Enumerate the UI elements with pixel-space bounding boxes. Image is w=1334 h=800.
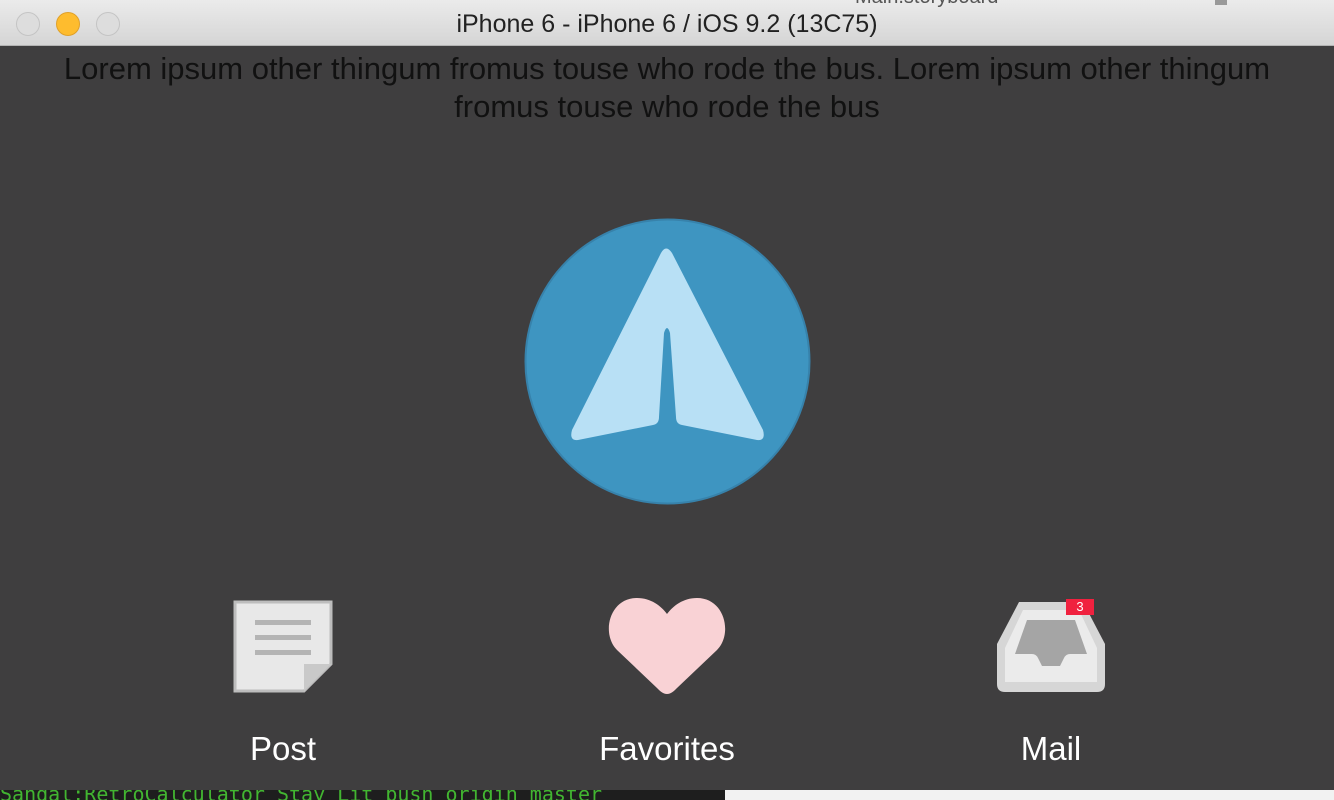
background-terminal: Sandal:RetroCalculator Stay Lit push ori… [0,790,725,800]
background-window-peek: Main.storyboard [855,0,998,9]
tab-favorites[interactable]: Favorites [547,598,787,798]
tab-post-label: Post [249,730,317,767]
app-screen: Lorem ipsum other thingum fromus touse w… [0,46,1334,800]
tab-post[interactable]: Post [163,598,403,798]
paper-plane-icon[interactable] [524,218,811,505]
simulator-window: iPhone 6 - iPhone 6 / iOS 9.2 (13C75) Ma… [0,0,1334,800]
terminal-text: Sandal:RetroCalculator Stay Lit push ori… [0,790,602,800]
background-window-strip [725,790,1334,800]
heart-icon [608,598,726,694]
tab-favorites-label: Favorites [599,730,735,767]
inbox-tray-icon [997,602,1105,692]
title-bar[interactable]: iPhone 6 - iPhone 6 / iOS 9.2 (13C75) Ma… [0,0,1334,46]
background-window-mark [1215,0,1227,5]
tab-mail-label: Mail [1020,730,1082,767]
tab-mail[interactable]: Mail [931,598,1171,798]
header-text: Lorem ipsum other thingum fromus touse w… [63,51,1271,124]
mail-badge: 3 [1066,599,1094,615]
document-icon [233,600,333,693]
window-title: iPhone 6 - iPhone 6 / iOS 9.2 (13C75) [456,10,878,38]
